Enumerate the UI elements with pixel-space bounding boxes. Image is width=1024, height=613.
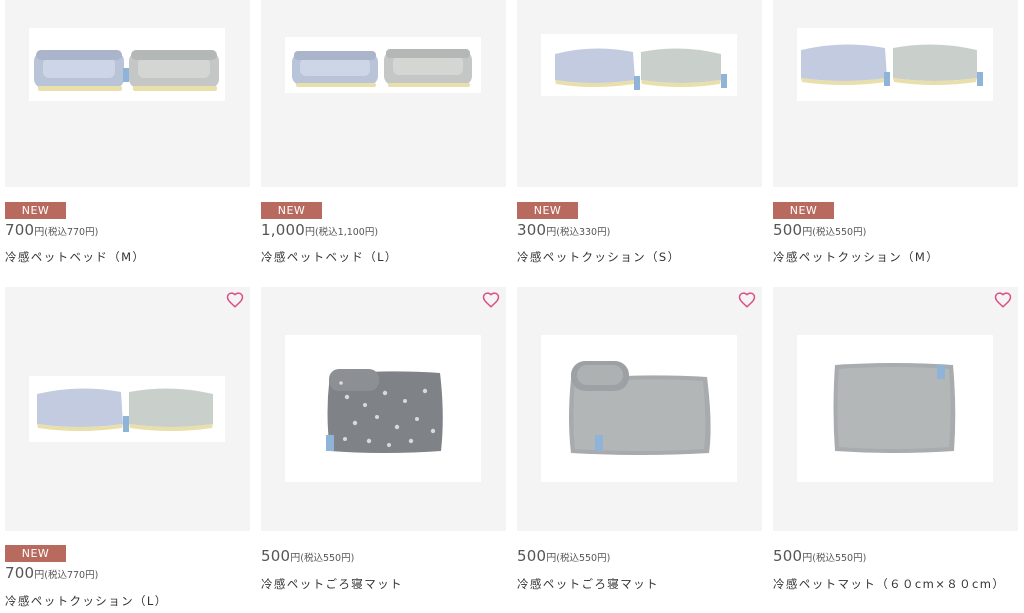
price-unit: 円: [802, 553, 813, 564]
product-price: 700円(税込770円): [5, 563, 98, 582]
product-photo: [285, 335, 481, 482]
product-card[interactable]: NEW 700円(税込770円) 冷感ペットベッド（M）: [5, 0, 250, 264]
product-name[interactable]: 冷感ペットクッション（M）: [773, 249, 939, 265]
product-image-area[interactable]: [5, 287, 250, 531]
heart-icon[interactable]: [226, 291, 244, 309]
new-badge: NEW: [5, 545, 66, 562]
product-card[interactable]: 500円(税込550円) 冷感ペットごろ寝マット: [261, 287, 506, 591]
product-card[interactable]: NEW 300円(税込330円) 冷感ペットクッション（S）: [517, 0, 762, 264]
price-unit: 円: [304, 227, 315, 238]
tax-included-price: (税込1,100円): [314, 227, 379, 238]
price-unit: 円: [802, 227, 813, 238]
price-amount: 500: [261, 547, 291, 565]
product-name[interactable]: 冷感ペットごろ寝マット: [517, 576, 659, 592]
tax-included-price: (税込330円): [556, 227, 611, 238]
product-image-area[interactable]: [517, 287, 762, 531]
price-amount: 700: [5, 221, 35, 239]
product-photo: [797, 28, 993, 101]
product-card[interactable]: 500円(税込550円) 冷感ペットマット（６０cm×８０cm）: [773, 287, 1018, 591]
tax-included-price: (税込550円): [300, 553, 355, 564]
product-price: 500円(税込550円): [773, 546, 866, 565]
product-photo: [29, 28, 225, 101]
product-price: 1,000円(税込1,100円): [261, 220, 378, 239]
price-amount: 300: [517, 221, 547, 239]
product-name[interactable]: 冷感ペットクッション（S）: [517, 249, 681, 265]
product-image-area[interactable]: [261, 287, 506, 531]
product-image-area[interactable]: [5, 0, 250, 187]
new-badge: NEW: [517, 202, 578, 219]
product-card[interactable]: NEW 1,000円(税込1,100円) 冷感ペットベッド（L）: [261, 0, 506, 264]
product-image-area[interactable]: [773, 287, 1018, 531]
product-photo: [285, 37, 481, 93]
product-card[interactable]: NEW 700円(税込770円) 冷感ペットクッション（L）: [5, 287, 250, 608]
product-image-area[interactable]: [517, 0, 762, 187]
price-amount: 700: [5, 564, 35, 582]
tax-included-price: (税込550円): [556, 553, 611, 564]
product-photo: [541, 335, 737, 482]
price-amount: 500: [773, 221, 803, 239]
product-photo: [797, 335, 993, 482]
price-unit: 円: [34, 227, 45, 238]
product-price: 500円(税込550円): [773, 220, 866, 239]
heart-icon[interactable]: [738, 291, 756, 309]
product-price: 500円(税込550円): [261, 546, 354, 565]
price-amount: 1,000: [261, 221, 305, 239]
product-name[interactable]: 冷感ペットごろ寝マット: [261, 576, 403, 592]
tax-included-price: (税込770円): [44, 227, 99, 238]
new-badge: NEW: [5, 202, 66, 219]
price-amount: 500: [517, 547, 547, 565]
price-unit: 円: [546, 553, 557, 564]
product-price: 300円(税込330円): [517, 220, 610, 239]
product-name[interactable]: 冷感ペットベッド（L）: [261, 249, 398, 265]
price-unit: 円: [546, 227, 557, 238]
product-name[interactable]: 冷感ペットマット（６０cm×８０cm）: [773, 576, 1005, 592]
heart-icon[interactable]: [482, 291, 500, 309]
product-photo: [541, 34, 737, 96]
product-image-area[interactable]: [773, 0, 1018, 187]
product-photo: [29, 376, 225, 442]
product-card[interactable]: 500円(税込550円) 冷感ペットごろ寝マット: [517, 287, 762, 591]
product-name[interactable]: 冷感ペットベッド（M）: [5, 249, 145, 265]
price-unit: 円: [34, 570, 45, 581]
product-card[interactable]: NEW 500円(税込550円) 冷感ペットクッション（M）: [773, 0, 1018, 264]
new-badge: NEW: [773, 202, 834, 219]
new-badge: NEW: [261, 202, 322, 219]
price-amount: 500: [773, 547, 803, 565]
tax-included-price: (税込550円): [812, 227, 867, 238]
product-image-area[interactable]: [261, 0, 506, 187]
product-price: 700円(税込770円): [5, 220, 98, 239]
product-name[interactable]: 冷感ペットクッション（L）: [5, 593, 168, 609]
heart-icon[interactable]: [994, 291, 1012, 309]
tax-included-price: (税込770円): [44, 570, 99, 581]
price-unit: 円: [290, 553, 301, 564]
product-price: 500円(税込550円): [517, 546, 610, 565]
tax-included-price: (税込550円): [812, 553, 867, 564]
